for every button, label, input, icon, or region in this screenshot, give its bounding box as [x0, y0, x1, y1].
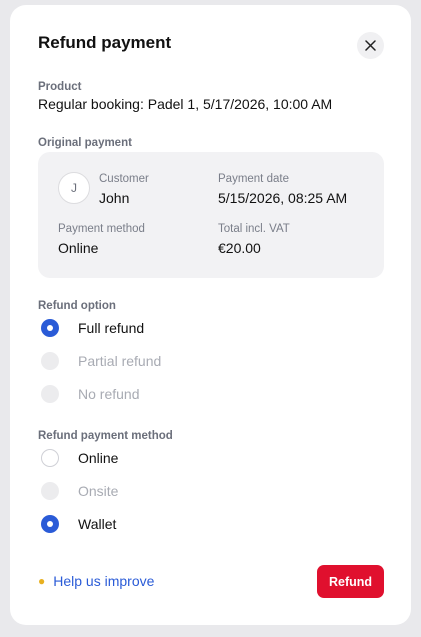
- radio-label: Onsite: [78, 483, 119, 499]
- radio-label: Full refund: [78, 320, 145, 336]
- refund-payment-method-label: Refund payment method: [38, 430, 173, 442]
- customer-label: Customer: [99, 173, 149, 185]
- radio-button[interactable]: [41, 449, 59, 467]
- help-us-improve-link[interactable]: ● Help us improve: [38, 573, 154, 589]
- dialog-title: Refund payment: [38, 33, 172, 52]
- avatar: J: [58, 172, 90, 204]
- radio-label: Online: [78, 450, 119, 466]
- radio-label: No refund: [78, 386, 140, 402]
- radio-online[interactable]: Online: [41, 448, 118, 468]
- customer-value: John: [99, 190, 130, 206]
- total-value: €20.00: [218, 240, 261, 256]
- radio-wallet[interactable]: Wallet: [41, 514, 116, 534]
- radio-button: [41, 482, 59, 500]
- radio-onsite: Onsite: [41, 481, 118, 501]
- total-label: Total incl. VAT: [218, 223, 290, 235]
- payment-method-value: Online: [58, 240, 99, 256]
- payment-date-label: Payment date: [218, 173, 289, 185]
- radio-label: Partial refund: [78, 353, 162, 369]
- radio-full-refund[interactable]: Full refund: [41, 318, 144, 338]
- help-link-text: Help us improve: [53, 573, 155, 589]
- payment-date-value: 5/15/2026, 08:25 AM: [218, 190, 348, 206]
- radio-partial-refund: Partial refund: [41, 351, 161, 371]
- original-payment-label: Original payment: [38, 137, 132, 149]
- radio-button: [41, 385, 59, 403]
- product-label: Product: [38, 81, 82, 93]
- refund-payment-dialog: Refund payment Product Regular booking: …: [10, 5, 411, 625]
- radio-no-refund: No refund: [41, 384, 139, 404]
- refund-button[interactable]: Refund: [317, 565, 384, 598]
- refund-option-label: Refund option: [38, 300, 116, 312]
- product-value: Regular booking: Padel 1, 5/17/2026, 10:…: [38, 96, 333, 112]
- close-button[interactable]: [357, 32, 384, 59]
- radio-button[interactable]: [41, 515, 59, 533]
- lightbulb-icon: ●: [38, 574, 46, 588]
- radio-button: [41, 352, 59, 370]
- payment-method-label: Payment method: [58, 223, 145, 235]
- radio-button[interactable]: [41, 319, 59, 337]
- radio-label: Wallet: [78, 516, 117, 532]
- close-icon: [365, 40, 376, 51]
- original-payment-card: J Customer John Payment date 5/15/2026, …: [38, 152, 384, 278]
